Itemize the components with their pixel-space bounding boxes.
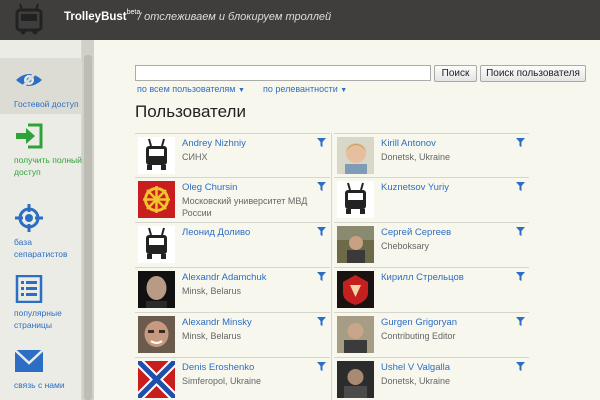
sidebar-item-label: база сепаратистов [14,237,68,259]
user-subtitle: Simferopol, Ukraine [182,376,262,386]
user-name-link[interactable]: Сергей Сергеев [381,227,451,238]
chevron-down-icon: ▼ [237,87,245,94]
filter-icon[interactable] [317,272,326,281]
user-card[interactable]: Сергей Сергеев Cheboksary [334,222,529,264]
sort-filter-label: по релевантности [263,84,338,94]
scope-filter-dropdown[interactable]: по всем пользователям ▼ [137,84,245,94]
filter-icon[interactable] [516,138,525,147]
user-subtitle: Contributing Editor [381,331,456,341]
trolley-avatar[interactable] [138,137,175,174]
scope-filter-label: по всем пользователям [137,84,236,94]
filter-icon[interactable] [516,182,525,191]
user-name-link[interactable]: Andrey Nizhniy [182,138,246,149]
column-divider [331,133,332,400]
user-name-link[interactable]: Alexandr Adamchuk [182,272,267,283]
filter-icon[interactable] [516,227,525,236]
photo-avatar[interactable] [337,361,374,398]
user-name-link[interactable]: Gurgen Grigoryan [381,317,457,328]
user-name-link[interactable]: Кирилл Стрельцов [381,272,464,283]
list-icon [15,275,43,303]
user-name-link[interactable]: Ushel V Valgalla [381,362,450,373]
sidebar-item-full-access[interactable]: получить полный доступ [0,122,82,178]
user-card[interactable]: Denis Eroshenko Simferopol, Ukraine [135,357,330,399]
user-name-link[interactable]: Denis Eroshenko [182,362,254,373]
filter-icon[interactable] [516,272,525,281]
crosshair-icon [15,204,43,232]
user-subtitle: Donetsk, Ukraine [381,152,451,162]
search-input[interactable] [135,65,431,81]
user-subtitle: СИНХ [182,152,208,162]
kolovrat-symbol-avatar[interactable] [138,181,175,218]
sidebar-item-separatist-db[interactable]: база сепаратистов [0,204,82,260]
sort-filter-dropdown[interactable]: по релевантности ▼ [263,84,347,94]
top-bar: TrolleyBustbeta / отслеживаем и блокируе… [0,0,600,40]
filter-icon[interactable] [317,227,326,236]
portrait-photo-avatar[interactable] [337,316,374,353]
filter-icon[interactable] [317,138,326,147]
filter-icon[interactable] [317,182,326,191]
user-search-button[interactable]: Поиск пользователя [480,65,586,82]
login-arrow-icon [16,123,43,149]
user-card[interactable]: Ushel V Valgalla Donetsk, Ukraine [334,357,529,399]
user-card[interactable]: Alexandr Minsky Minsk, Belarus [135,312,330,354]
red-emblem-avatar[interactable] [337,271,374,308]
user-subtitle: Minsk, Belarus [182,331,242,341]
user-card[interactable]: Alexandr Adamchuk Minsk, Belarus [135,267,330,309]
user-subtitle: Cheboksary [381,241,430,251]
child-photo-avatar[interactable] [337,137,374,174]
page-title: Пользователи [135,102,246,121]
eye-icon [16,68,42,92]
face-photo-avatar[interactable] [138,271,175,308]
scrollbar-thumb[interactable] [84,55,92,400]
sidebar-item-label: популярные страницы [14,308,62,330]
trolley-logo-icon[interactable] [10,3,48,37]
user-subtitle: Donetsk, Ukraine [381,376,451,386]
filter-icon[interactable] [317,317,326,326]
trolley-avatar[interactable] [138,226,175,263]
tagline: / отслеживаем и блокируем троллей [138,11,332,23]
sidebar-item-contact[interactable]: связь с нами [0,347,82,391]
novorossiya-flag-avatar[interactable] [138,361,175,398]
envelope-icon [14,349,44,372]
sidebar-item-label: связь с нами [14,380,65,390]
user-card[interactable]: Kirill Antonov Donetsk, Ukraine [334,133,529,175]
user-card[interactable]: Gurgen Grigoryan Contributing Editor [334,312,529,354]
user-name-link[interactable]: Леонид Доливо [182,227,250,238]
user-card[interactable]: Andrey Nizhniy СИНХ [135,133,330,175]
sidebar-item-label: получить полный доступ [14,155,82,177]
user-name-link[interactable]: Alexandr Minsky [182,317,252,328]
photo-avatar[interactable] [337,226,374,263]
brand-name[interactable]: TrolleyBustbeta [64,9,140,23]
sidebar-item-guest-access[interactable]: Гостевой доступ [0,58,82,114]
filter-icon[interactable] [516,362,525,371]
sidebar-item-label: Гостевой доступ [14,99,79,109]
chevron-down-icon: ▼ [340,87,348,94]
filter-icon[interactable] [516,317,525,326]
user-card[interactable]: Kuznetsov Yuriy [334,177,529,219]
face-photo-avatar[interactable] [138,316,175,353]
user-subtitle: Московский университет МВД России [182,196,308,218]
user-name-link[interactable]: Kirill Antonov [381,138,436,149]
user-subtitle: Minsk, Belarus [182,286,242,296]
filter-icon[interactable] [317,362,326,371]
search-button[interactable]: Поиск [434,65,477,82]
user-name-link[interactable]: Oleg Chursin [182,182,237,193]
trolley-avatar[interactable] [337,181,374,218]
user-card[interactable]: Леонид Доливо [135,222,330,264]
user-card[interactable]: Кирилл Стрельцов [334,267,529,309]
user-name-link[interactable]: Kuznetsov Yuriy [381,182,449,193]
sidebar-item-popular-pages[interactable]: популярные страницы [0,275,82,331]
user-card[interactable]: Oleg Chursin Московский университет МВД … [135,177,330,219]
